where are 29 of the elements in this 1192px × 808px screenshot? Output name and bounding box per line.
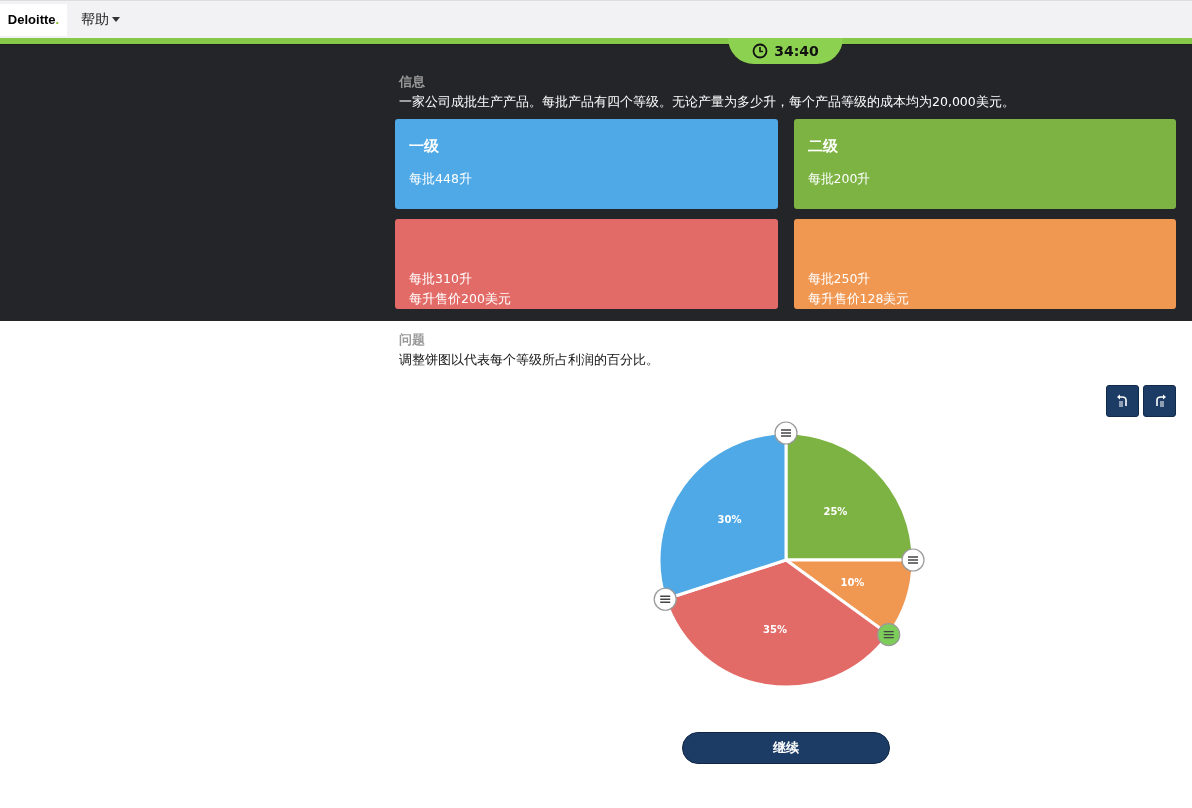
card-line: 每升售价200美元 — [409, 290, 512, 308]
undo-icon — [1115, 394, 1130, 408]
continue-button[interactable]: 继续 — [682, 732, 890, 764]
drag-handle[interactable] — [774, 421, 798, 445]
logo: Deloitte. — [0, 3, 67, 36]
slice-label: 25% — [823, 505, 848, 517]
card-line: 每升售价128美元 — [807, 290, 911, 308]
slice-label: 35% — [763, 624, 788, 635]
slice-label: 10% — [840, 576, 865, 588]
question-heading: 问题 — [398, 331, 426, 349]
card-title: 二级 — [807, 136, 838, 156]
help-menu[interactable]: 帮助 — [75, 10, 126, 29]
drag-handle[interactable] — [901, 548, 925, 572]
drag-handle[interactable] — [653, 587, 677, 611]
card-title: 一级 — [409, 136, 439, 156]
drag-handle[interactable] — [877, 623, 901, 647]
card-line: 每批448升 — [409, 170, 473, 188]
card-line: 每批200升 — [807, 170, 872, 188]
slice-label: 30% — [717, 513, 742, 525]
timer-text: 34:40 — [774, 43, 819, 59]
info-text: 一家公司成批生产产品。每批产品有四个等级。无论产量为多少升，每个产品等级的成本均为20,000美元。 — [398, 94, 1016, 111]
card-line: 每批310升 — [409, 270, 473, 288]
question-text: 调整饼图以代表每个等级所占利润的百分比。 — [398, 352, 660, 369]
undo-button[interactable] — [1106, 385, 1139, 417]
card-line: 每批250升 — [807, 270, 872, 288]
info-heading: 信息 — [397, 73, 426, 91]
clock-icon — [752, 43, 769, 59]
redo-button[interactable] — [1143, 385, 1176, 417]
caret-icon — [112, 17, 120, 22]
